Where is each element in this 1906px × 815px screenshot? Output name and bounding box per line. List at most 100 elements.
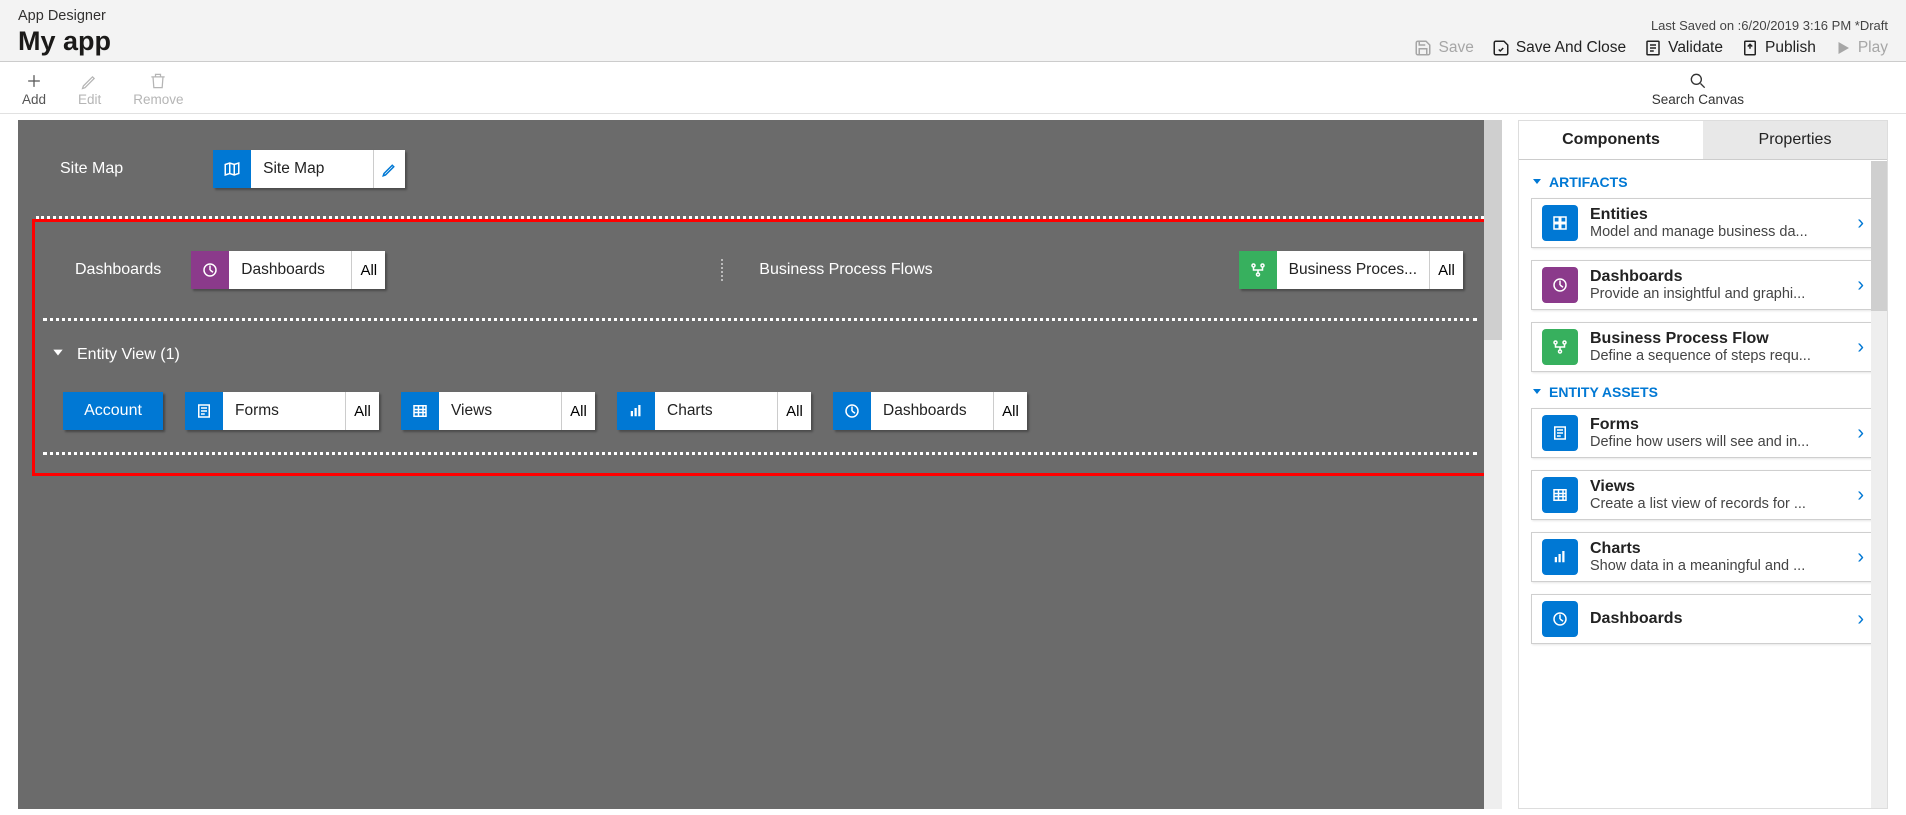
- dashboard-icon: [833, 392, 871, 430]
- card-views-title: Views: [1590, 478, 1845, 496]
- publish-button[interactable]: Publish: [1741, 39, 1816, 57]
- dashboards-tile[interactable]: Dashboards All: [191, 251, 385, 289]
- dashboard-icon: [1542, 601, 1578, 637]
- card-views-desc: Create a list view of records for ...: [1590, 496, 1845, 512]
- card-entities-desc: Model and manage business da...: [1590, 224, 1845, 240]
- chevron-right-icon: ›: [1857, 336, 1864, 359]
- canvas[interactable]: Site Map Site Map Dashboards Dashboards …: [18, 120, 1502, 809]
- card-dashboards-title: Dashboards: [1590, 268, 1845, 286]
- sitemap-tile-label: Site Map: [251, 150, 373, 188]
- card-forms[interactable]: Forms Define how users will see and in..…: [1531, 408, 1875, 458]
- breadcrumb[interactable]: App Designer: [18, 8, 111, 24]
- last-saved-status: Last Saved on :6/20/2019 3:16 PM *Draft: [1414, 18, 1888, 33]
- card-dashboards[interactable]: Dashboards Provide an insightful and gra…: [1531, 260, 1875, 310]
- save-close-label: Save And Close: [1516, 39, 1626, 57]
- grid-icon: [1542, 477, 1578, 513]
- chevron-right-icon: ›: [1857, 274, 1864, 297]
- section-artifacts-label: ARTIFACTS: [1549, 174, 1628, 190]
- right-panel: Components Properties ARTIFACTS Entities…: [1518, 120, 1888, 809]
- bpf-tile[interactable]: Business Proces... All: [1239, 251, 1463, 289]
- drag-handle-icon[interactable]: [721, 250, 729, 290]
- bpf-tile-label: Business Proces...: [1277, 251, 1429, 289]
- section-artifacts[interactable]: ARTIFACTS: [1531, 174, 1875, 190]
- card-forms-title: Forms: [1590, 416, 1845, 434]
- highlighted-region: Dashboards Dashboards All Business Proce…: [32, 219, 1488, 476]
- sitemap-tile[interactable]: Site Map: [213, 150, 405, 188]
- section-entity-assets-label: ENTITY ASSETS: [1549, 384, 1658, 400]
- search-label: Search Canvas: [1652, 92, 1744, 107]
- pencil-icon: [80, 70, 100, 92]
- add-label: Add: [22, 92, 46, 107]
- sitemap-icon: [213, 150, 251, 188]
- entity-dashboards-tile-label: Dashboards: [871, 392, 993, 430]
- validate-label: Validate: [1668, 39, 1723, 57]
- card-charts-desc: Show data in a meaningful and ...: [1590, 558, 1845, 574]
- card-charts[interactable]: Charts Show data in a meaningful and ...…: [1531, 532, 1875, 582]
- views-tile-label: Views: [439, 392, 561, 430]
- sitemap-edit-button[interactable]: [373, 150, 405, 188]
- bpf-all[interactable]: All: [1429, 251, 1463, 289]
- publish-label: Publish: [1765, 39, 1816, 57]
- trash-icon: [148, 70, 168, 92]
- remove-label: Remove: [133, 92, 183, 107]
- play-label: Play: [1858, 39, 1888, 57]
- entity-view-header[interactable]: Entity View (1): [39, 321, 1481, 372]
- divider: [43, 452, 1477, 455]
- chevron-right-icon: ›: [1857, 546, 1864, 569]
- play-button: Play: [1834, 39, 1888, 57]
- entity-view-label: Entity View (1): [77, 346, 180, 364]
- dashboards-section-label: Dashboards: [75, 261, 161, 279]
- card-bpf[interactable]: Business Process Flow Define a sequence …: [1531, 322, 1875, 372]
- validate-button[interactable]: Validate: [1644, 39, 1723, 57]
- charts-all[interactable]: All: [777, 392, 811, 430]
- save-label: Save: [1438, 39, 1473, 57]
- account-entity-button[interactable]: Account: [63, 392, 163, 430]
- entity-dashboards-tile[interactable]: Dashboards All: [833, 392, 1027, 430]
- edit-label: Edit: [78, 92, 101, 107]
- chevron-right-icon: ›: [1857, 484, 1864, 507]
- views-tile[interactable]: Views All: [401, 392, 595, 430]
- card-ea-dashboards[interactable]: Dashboards ›: [1531, 594, 1875, 644]
- card-views[interactable]: Views Create a list view of records for …: [1531, 470, 1875, 520]
- validate-icon: [1644, 39, 1662, 57]
- card-bpf-desc: Define a sequence of steps requ...: [1590, 348, 1845, 364]
- card-dashboards-desc: Provide an insightful and graphi...: [1590, 286, 1845, 302]
- forms-all[interactable]: All: [345, 392, 379, 430]
- bpf-section-label: Business Process Flows: [759, 261, 932, 279]
- entity-dashboards-all[interactable]: All: [993, 392, 1027, 430]
- chart-icon: [617, 392, 655, 430]
- save-and-close-button[interactable]: Save And Close: [1492, 39, 1626, 57]
- bpf-icon: [1542, 329, 1578, 365]
- save-icon: [1414, 39, 1432, 57]
- save-button: Save: [1414, 39, 1473, 57]
- forms-tile[interactable]: Forms All: [185, 392, 379, 430]
- search-canvas-button[interactable]: Search Canvas: [1652, 70, 1744, 107]
- chevron-down-icon: [51, 345, 65, 364]
- edit-button: Edit: [78, 70, 101, 107]
- add-button[interactable]: Add: [22, 70, 46, 107]
- tab-properties[interactable]: Properties: [1703, 121, 1887, 159]
- entities-icon: [1542, 205, 1578, 241]
- charts-tile[interactable]: Charts All: [617, 392, 811, 430]
- charts-tile-label: Charts: [655, 392, 777, 430]
- form-icon: [1542, 415, 1578, 451]
- save-close-icon: [1492, 39, 1510, 57]
- card-entities-title: Entities: [1590, 206, 1845, 224]
- section-entity-assets[interactable]: ENTITY ASSETS: [1531, 384, 1875, 400]
- sitemap-section-label: Site Map: [60, 160, 123, 178]
- page-title: My app: [18, 26, 111, 57]
- form-icon: [185, 392, 223, 430]
- views-all[interactable]: All: [561, 392, 595, 430]
- panel-scrollbar[interactable]: [1871, 161, 1887, 808]
- forms-tile-label: Forms: [223, 392, 345, 430]
- card-entities[interactable]: Entities Model and manage business da...…: [1531, 198, 1875, 248]
- card-ea-dashboards-title: Dashboards: [1590, 610, 1845, 628]
- dashboards-all[interactable]: All: [351, 251, 385, 289]
- chevron-right-icon: ›: [1857, 422, 1864, 445]
- chevron-right-icon: ›: [1857, 212, 1864, 235]
- chevron-down-icon: [1531, 384, 1543, 400]
- chevron-right-icon: ›: [1857, 608, 1864, 631]
- tab-components[interactable]: Components: [1519, 121, 1703, 159]
- canvas-scrollbar[interactable]: [1484, 120, 1502, 809]
- bpf-icon: [1239, 251, 1277, 289]
